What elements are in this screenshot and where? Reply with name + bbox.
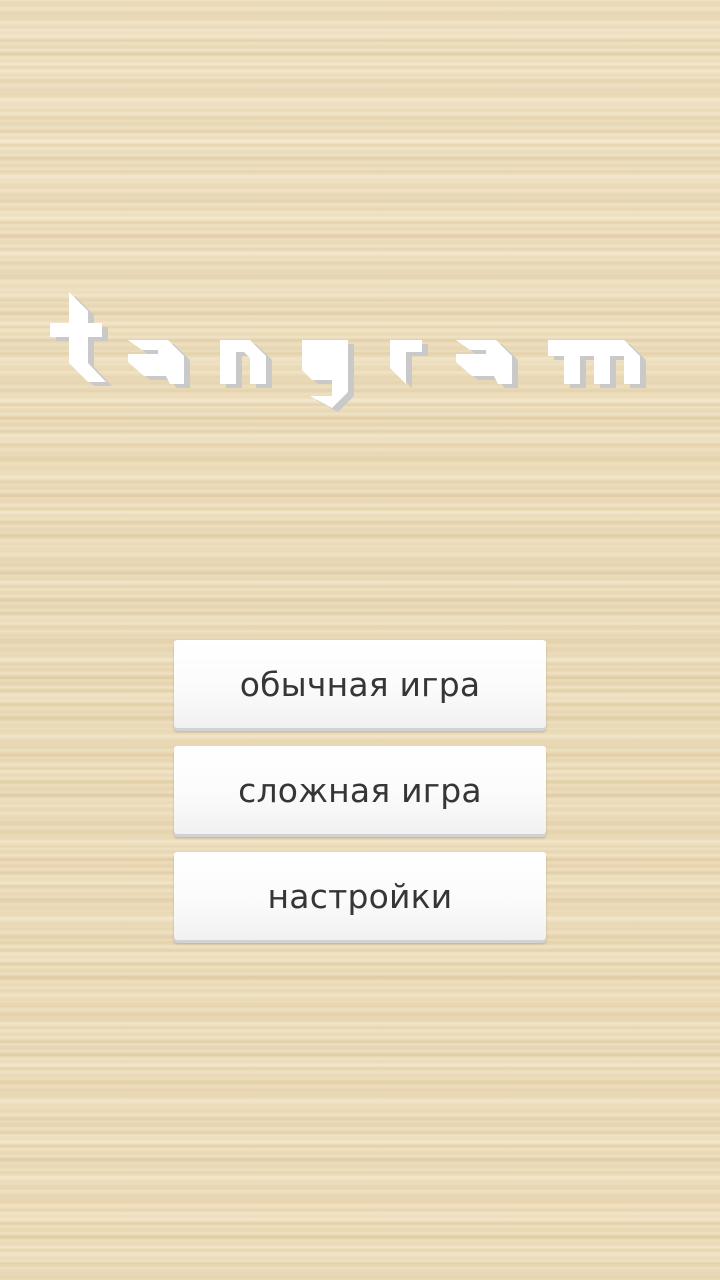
normal-game-label: обычная игра <box>239 664 481 704</box>
tangram-logo: tangram <box>50 292 646 412</box>
main-menu: обычная игра сложная игра настройки <box>174 640 546 958</box>
logo-letters <box>50 292 640 408</box>
hard-game-button[interactable]: сложная игра <box>174 746 546 834</box>
settings-button[interactable]: настройки <box>174 852 546 940</box>
hard-game-label: сложная игра <box>238 770 482 810</box>
settings-label: настройки <box>267 876 453 916</box>
normal-game-button[interactable]: обычная игра <box>174 640 546 728</box>
